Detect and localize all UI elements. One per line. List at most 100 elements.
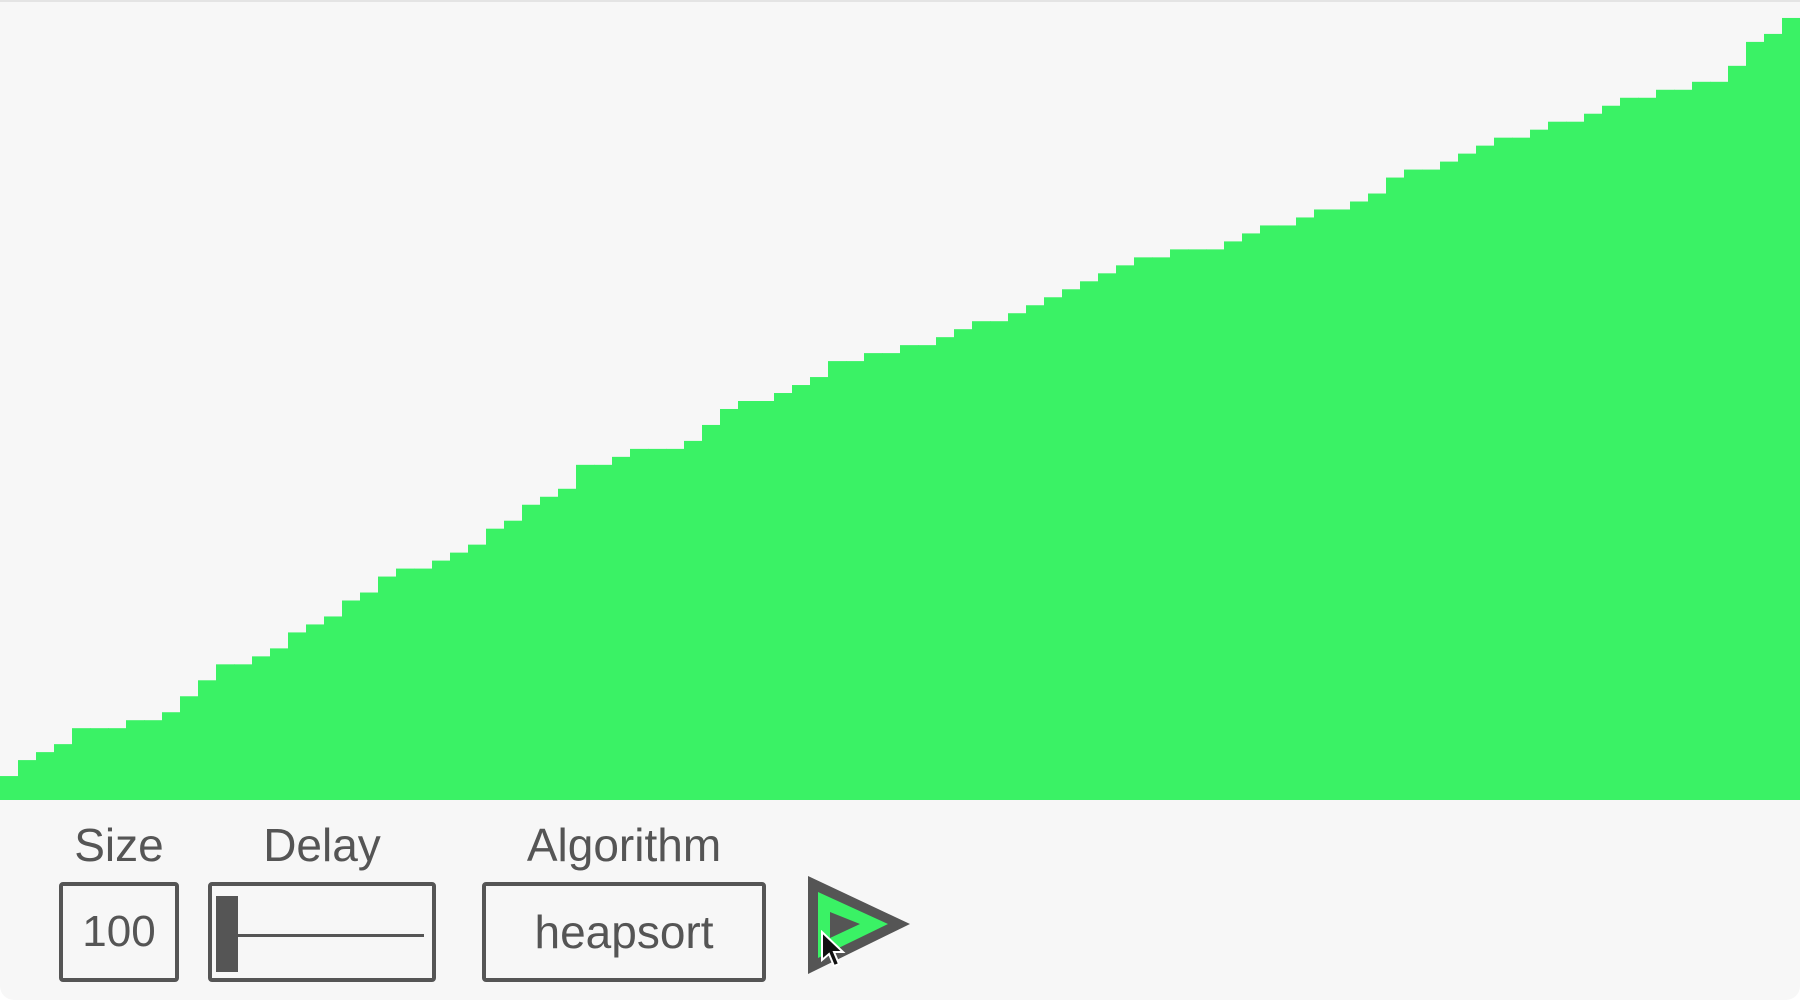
bar — [486, 528, 505, 800]
bar — [1512, 137, 1531, 800]
bar — [1260, 225, 1279, 800]
sort-visualizer-window: Size Delay Algorithm 100 heapsort — [0, 0, 1800, 1000]
bar — [504, 520, 523, 800]
bar — [810, 377, 829, 800]
size-label: Size — [74, 819, 164, 871]
bar — [1242, 233, 1261, 800]
bar — [1224, 241, 1243, 800]
bar — [1530, 129, 1549, 800]
bar — [18, 760, 37, 800]
bar — [918, 345, 937, 800]
bar — [1098, 273, 1117, 800]
bar — [972, 321, 991, 800]
bar — [990, 321, 1009, 800]
delay-slider-track[interactable] — [238, 934, 424, 937]
bar — [522, 504, 541, 800]
delay-slider-handle[interactable] — [216, 896, 238, 972]
bar — [342, 600, 361, 800]
bar — [0, 776, 19, 800]
bar — [450, 552, 469, 800]
bar — [1764, 33, 1783, 800]
bar — [90, 728, 109, 800]
bar — [828, 361, 847, 800]
bar — [1152, 257, 1171, 800]
bar — [882, 353, 901, 800]
bar — [702, 424, 721, 800]
bar — [1548, 121, 1567, 800]
bar — [1404, 169, 1423, 800]
bar — [1458, 153, 1477, 800]
delay-slider[interactable] — [208, 882, 436, 982]
bar — [630, 448, 649, 800]
bar — [36, 752, 55, 800]
bar — [1602, 105, 1621, 800]
bar — [936, 337, 955, 800]
bar — [1080, 281, 1099, 800]
bar — [216, 664, 235, 800]
bar — [756, 401, 775, 800]
bar — [1332, 209, 1351, 800]
bar — [1710, 81, 1729, 800]
bar — [396, 568, 415, 800]
bar — [378, 576, 397, 800]
bar — [612, 456, 631, 800]
algorithm-select[interactable]: heapsort — [482, 882, 766, 982]
bar — [648, 448, 667, 800]
bar — [288, 632, 307, 800]
bar — [1638, 97, 1657, 800]
bar — [1026, 305, 1045, 800]
bar — [1584, 113, 1603, 800]
bar — [1566, 121, 1585, 800]
bar — [558, 488, 577, 800]
bar — [1278, 225, 1297, 800]
bar — [792, 385, 811, 800]
bar — [774, 393, 793, 800]
bar — [72, 728, 91, 800]
bar — [162, 712, 181, 800]
bar — [1314, 209, 1333, 800]
bar — [720, 408, 739, 800]
bar — [1296, 217, 1315, 800]
bar — [1620, 97, 1639, 800]
size-input[interactable]: 100 — [59, 882, 179, 982]
bar — [594, 464, 613, 800]
bar-chart — [0, 17, 1800, 800]
bar — [1476, 145, 1495, 800]
bar — [1350, 201, 1369, 800]
bar — [1692, 81, 1711, 800]
bar — [54, 744, 73, 800]
algorithm-label: Algorithm — [526, 819, 722, 871]
bar — [1494, 137, 1513, 800]
delay-label: Delay — [263, 819, 381, 871]
bar — [576, 464, 595, 800]
bar — [864, 353, 883, 800]
bar — [234, 664, 253, 800]
bar — [1116, 265, 1135, 800]
bar — [1422, 169, 1441, 800]
mouse-cursor-icon — [821, 930, 846, 968]
bar — [1368, 193, 1387, 800]
bar — [432, 560, 451, 800]
bar — [1674, 89, 1693, 800]
bar — [1728, 65, 1747, 800]
bar — [198, 680, 217, 800]
bar — [126, 720, 145, 800]
bar — [954, 329, 973, 800]
bar — [1746, 41, 1765, 800]
bar — [1440, 161, 1459, 800]
play-button[interactable] — [800, 870, 916, 980]
bar — [846, 361, 865, 800]
bar — [738, 401, 757, 800]
bar — [270, 648, 289, 800]
bar — [666, 448, 685, 800]
bar — [1206, 249, 1225, 800]
bar — [324, 616, 343, 800]
bar — [1134, 257, 1153, 800]
bar — [1656, 89, 1675, 800]
bar — [252, 656, 271, 800]
bar — [144, 720, 163, 800]
bar — [1188, 249, 1207, 800]
bar — [1062, 289, 1081, 800]
bar — [1386, 177, 1405, 800]
play-icon — [808, 876, 910, 974]
